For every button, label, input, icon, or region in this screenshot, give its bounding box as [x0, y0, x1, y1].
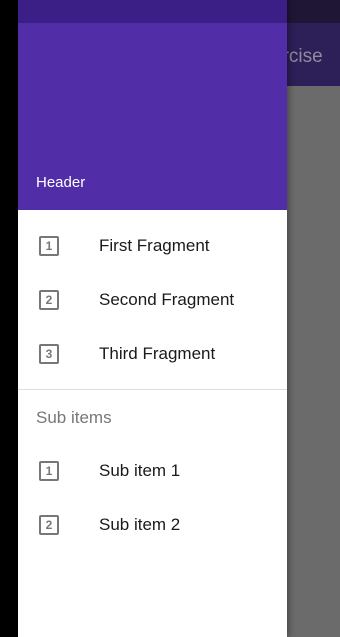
sub-items-header: Sub items — [36, 408, 112, 427]
number-2-icon: 2 — [39, 290, 59, 310]
menu-item-third-fragment[interactable]: 3 Third Fragment — [18, 327, 287, 381]
number-1-icon: 1 — [39, 461, 59, 481]
menu-item-label: Sub item 2 — [99, 515, 181, 534]
menu-item-second-fragment[interactable]: 2 Second Fragment — [18, 273, 287, 327]
menu-item-first-fragment[interactable]: 1 First Fragment — [18, 219, 287, 273]
menu-item-label: Second Fragment — [99, 290, 235, 309]
number-1-icon: 1 — [39, 236, 59, 256]
screen: ercise Header 1 First Fragment 2 Second … — [0, 0, 340, 637]
screen-left-edge — [0, 0, 18, 637]
menu-item-label: Sub item 1 — [99, 461, 181, 480]
drawer-status-bar — [18, 0, 287, 23]
number-2-icon: 2 — [39, 515, 59, 535]
number-3-icon: 3 — [39, 344, 59, 364]
menu-item-label: First Fragment — [99, 236, 210, 255]
navigation-drawer: Header 1 First Fragment 2 Second Fragmen… — [18, 0, 287, 637]
menu-item-sub-item-2[interactable]: 2 Sub item 2 — [18, 498, 287, 552]
drawer-header-title: Header — [36, 174, 86, 191]
menu-divider — [18, 389, 287, 390]
menu-item-label: Third Fragment — [99, 344, 216, 363]
drawer-header: Header — [18, 23, 287, 210]
menu-item-sub-item-1[interactable]: 1 Sub item 1 — [18, 444, 287, 498]
